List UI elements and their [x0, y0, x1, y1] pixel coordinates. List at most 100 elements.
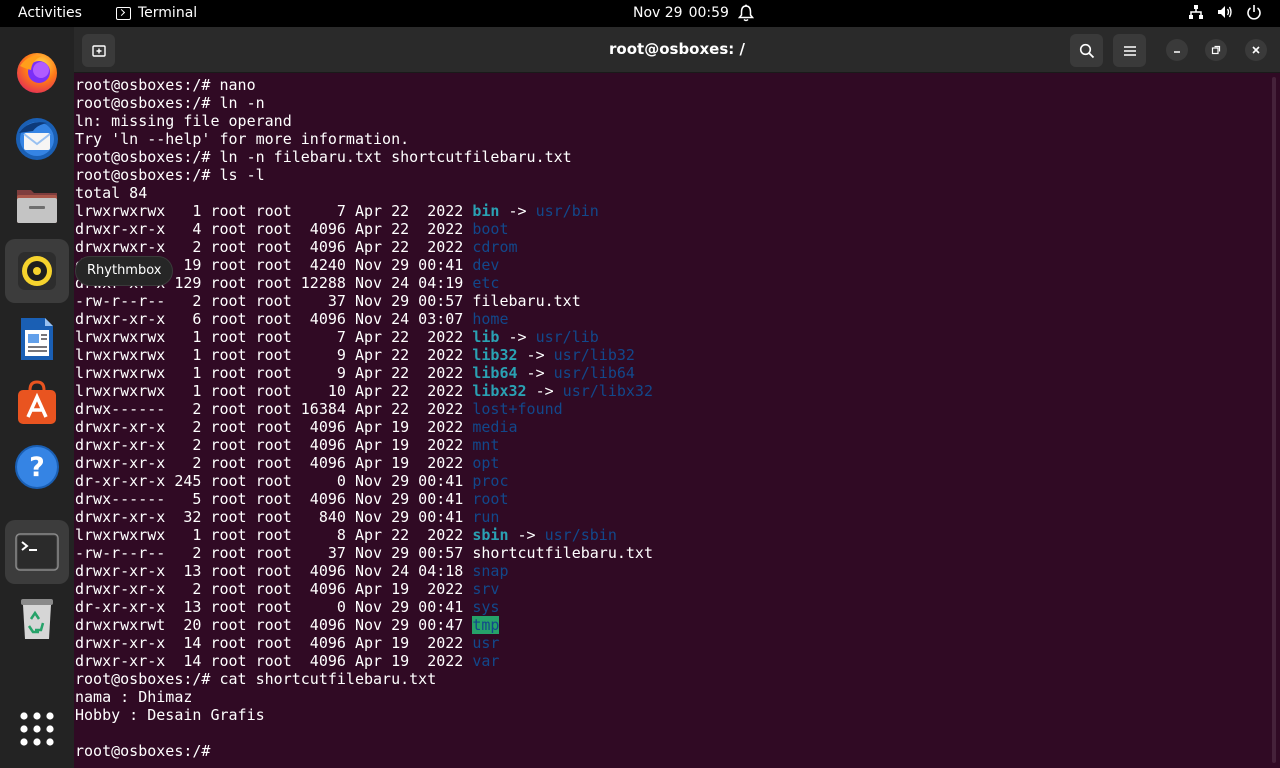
- terminal-line: drwxr-xr-x 19 root root 4240 Nov 29 00:4…: [75, 256, 1255, 274]
- entry-meta: dr-xr-xr-x 245 root root 0 Nov 29 00:41: [75, 472, 473, 490]
- entry-name: srv: [472, 580, 500, 598]
- title-bar[interactable]: root@osboxes: /: [74, 27, 1280, 73]
- minimize-button[interactable]: [1166, 39, 1188, 61]
- minimize-icon: [1174, 51, 1180, 53]
- terminal-line: drwxr-xr-x 4 root root 4096 Apr 22 2022 …: [75, 220, 1255, 238]
- terminal-line: drwxrwxr-x 2 root root 4096 Apr 22 2022 …: [75, 238, 1255, 256]
- line-text: root@osboxes:/# ls -l: [75, 166, 265, 184]
- restore-icon: [1211, 45, 1221, 55]
- entry-meta: -rw-r--r-- 2 root root 37 Nov 29 00:57: [75, 292, 473, 310]
- clock-date: Nov 29: [633, 5, 683, 21]
- dock-thunderbird[interactable]: [5, 107, 69, 171]
- terminal-line: Try 'ln --help' for more information.: [75, 130, 1255, 148]
- terminal-small-icon: [116, 6, 131, 20]
- entry-name: boot: [472, 220, 509, 238]
- entry-meta: drwxr-xr-x 14 root root 4096 Apr 19 2022: [75, 652, 473, 670]
- entry-name: filebaru.txt: [472, 292, 581, 310]
- dock-help[interactable]: ?: [5, 435, 69, 499]
- terminal-line: dr-xr-xr-x 13 root root 0 Nov 29 00:41 s…: [75, 598, 1255, 616]
- entry-meta: drwxr-xr-x 13 root root 4096 Nov 24 04:1…: [75, 562, 473, 580]
- entry-name: lib: [472, 328, 500, 346]
- entry-meta: dr-xr-xr-x 13 root root 0 Nov 29 00:41: [75, 598, 473, 616]
- dock-terminal[interactable]: [5, 520, 69, 584]
- terminal-scrollbar[interactable]: [1272, 77, 1276, 763]
- dock-files[interactable]: [5, 173, 69, 237]
- terminal-window: root@osboxes: / root@osboxes:/# nano root…: [74, 27, 1280, 768]
- terminal-line: drwxr-xr-x 2 root root 4096 Apr 19 2022 …: [75, 454, 1255, 472]
- terminal-line: root@osboxes:/# ls -l: [75, 166, 1255, 184]
- files-icon: [17, 190, 57, 223]
- thunderbird-icon: [16, 118, 58, 160]
- terminal-line: -rw-r--r-- 2 root root 37 Nov 29 00:57 f…: [75, 292, 1255, 310]
- entry-name: opt: [472, 454, 500, 472]
- line-text: root@osboxes:/# nano: [75, 76, 256, 94]
- link-arrow: ->: [517, 346, 554, 364]
- app-grid-icon: [20, 712, 54, 746]
- line-text: ln: missing file operand: [75, 112, 292, 130]
- dock-show-applications[interactable]: [5, 697, 69, 761]
- entry-name: libx32: [472, 382, 527, 400]
- terminal-line: drwxr-xr-x 14 root root 4096 Apr 19 2022…: [75, 634, 1255, 652]
- link-arrow: ->: [526, 382, 563, 400]
- app-menu-label: Terminal: [138, 5, 198, 21]
- hamburger-menu-icon: [1123, 45, 1136, 56]
- maximize-button[interactable]: [1205, 39, 1227, 61]
- close-icon: [1252, 46, 1260, 54]
- entry-name: snap: [472, 562, 509, 580]
- terminal-line: Hobby : Desain Grafis: [75, 706, 1255, 724]
- app-menu[interactable]: Terminal: [116, 5, 197, 21]
- terminal-line: drwxrwxrwt 20 root root 4096 Nov 29 00:4…: [75, 616, 1255, 634]
- terminal-line: root@osboxes:/# ln -n: [75, 94, 1255, 112]
- link-target: usr/lib: [535, 328, 599, 346]
- link-target: usr/lib32: [553, 346, 635, 364]
- terminal-line: lrwxrwxrwx 1 root root 7 Apr 22 2022 bin…: [75, 202, 1255, 220]
- line-text: root@osboxes:/# cat shortcutfilebaru.txt: [75, 670, 437, 688]
- entry-meta: drwx------ 5 root root 4096 Nov 29 00:41: [75, 490, 473, 508]
- terminal-line: ln: missing file operand: [75, 112, 1255, 130]
- dock-trash[interactable]: [5, 587, 69, 651]
- terminal-line: lrwxrwxrwx 1 root root 9 Apr 22 2022 lib…: [75, 364, 1255, 382]
- terminal-line: lrwxrwxrwx 1 root root 7 Apr 22 2022 lib…: [75, 328, 1255, 346]
- notification-bell-icon[interactable]: [738, 4, 754, 22]
- terminal-output[interactable]: root@osboxes:/# nano root@osboxes:/# ln -…: [75, 76, 1255, 766]
- terminal-line: -rw-r--r-- 2 root root 37 Nov 29 00:57 s…: [75, 544, 1255, 562]
- entry-name: dev: [472, 256, 500, 274]
- line-text: Hobby : Desain Grafis: [75, 706, 265, 724]
- dock-libreoffice-writer[interactable]: [5, 307, 69, 371]
- terminal-line: root@osboxes:/# ln -n filebaru.txt short…: [75, 148, 1255, 166]
- close-button[interactable]: [1245, 39, 1267, 61]
- activities-button[interactable]: Activities: [18, 5, 82, 21]
- terminal-line: drwxr-xr-x 6 root root 4096 Nov 24 03:07…: [75, 310, 1255, 328]
- search-button[interactable]: [1070, 34, 1103, 67]
- entry-meta: lrwxrwxrwx 1 root root 7 Apr 22 2022: [75, 328, 473, 346]
- network-icon[interactable]: [1188, 4, 1204, 20]
- link-arrow: ->: [517, 364, 554, 382]
- dock-rhythmbox[interactable]: [5, 239, 69, 303]
- entry-name: shortcutfilebaru.txt: [472, 544, 653, 562]
- entry-name: run: [472, 508, 500, 526]
- terminal-line: drwxr-xr-x 32 root root 840 Nov 29 00:41…: [75, 508, 1255, 526]
- entry-name: etc: [472, 274, 500, 292]
- clock[interactable]: Nov 29 00:59: [633, 5, 729, 21]
- volume-icon[interactable]: [1217, 4, 1233, 20]
- line-text: total 84: [75, 184, 148, 202]
- entry-meta: drwxr-xr-x 2 root root 4096 Apr 19 2022: [75, 580, 473, 598]
- power-icon[interactable]: [1246, 4, 1262, 20]
- dock-firefox[interactable]: [5, 41, 69, 105]
- entry-meta: drwxrwxrwt 20 root root 4096 Nov 29 00:4…: [75, 616, 473, 634]
- entry-name: usr: [472, 634, 500, 652]
- entry-meta: lrwxrwxrwx 1 root root 9 Apr 22 2022: [75, 364, 473, 382]
- link-arrow: ->: [508, 526, 545, 544]
- menu-button[interactable]: [1113, 34, 1146, 67]
- entry-name: lib32: [472, 346, 518, 364]
- terminal-line: drwx------ 5 root root 4096 Nov 29 00:41…: [75, 490, 1255, 508]
- terminal-line: dr-xr-xr-x 245 root root 0 Nov 29 00:41 …: [75, 472, 1255, 490]
- entry-name: root: [472, 490, 509, 508]
- terminal-line: total 84: [75, 184, 1255, 202]
- terminal-line: drwxr-xr-x 2 root root 4096 Apr 19 2022 …: [75, 436, 1255, 454]
- entry-meta: drwxr-xr-x 2 root root 4096 Apr 19 2022: [75, 418, 473, 436]
- entry-meta: drwxrwxr-x 2 root root 4096 Apr 22 2022: [75, 238, 473, 256]
- writer-icon: [21, 318, 53, 360]
- dock-ubuntu-software[interactable]: [5, 371, 69, 435]
- system-tray[interactable]: [1188, 4, 1262, 20]
